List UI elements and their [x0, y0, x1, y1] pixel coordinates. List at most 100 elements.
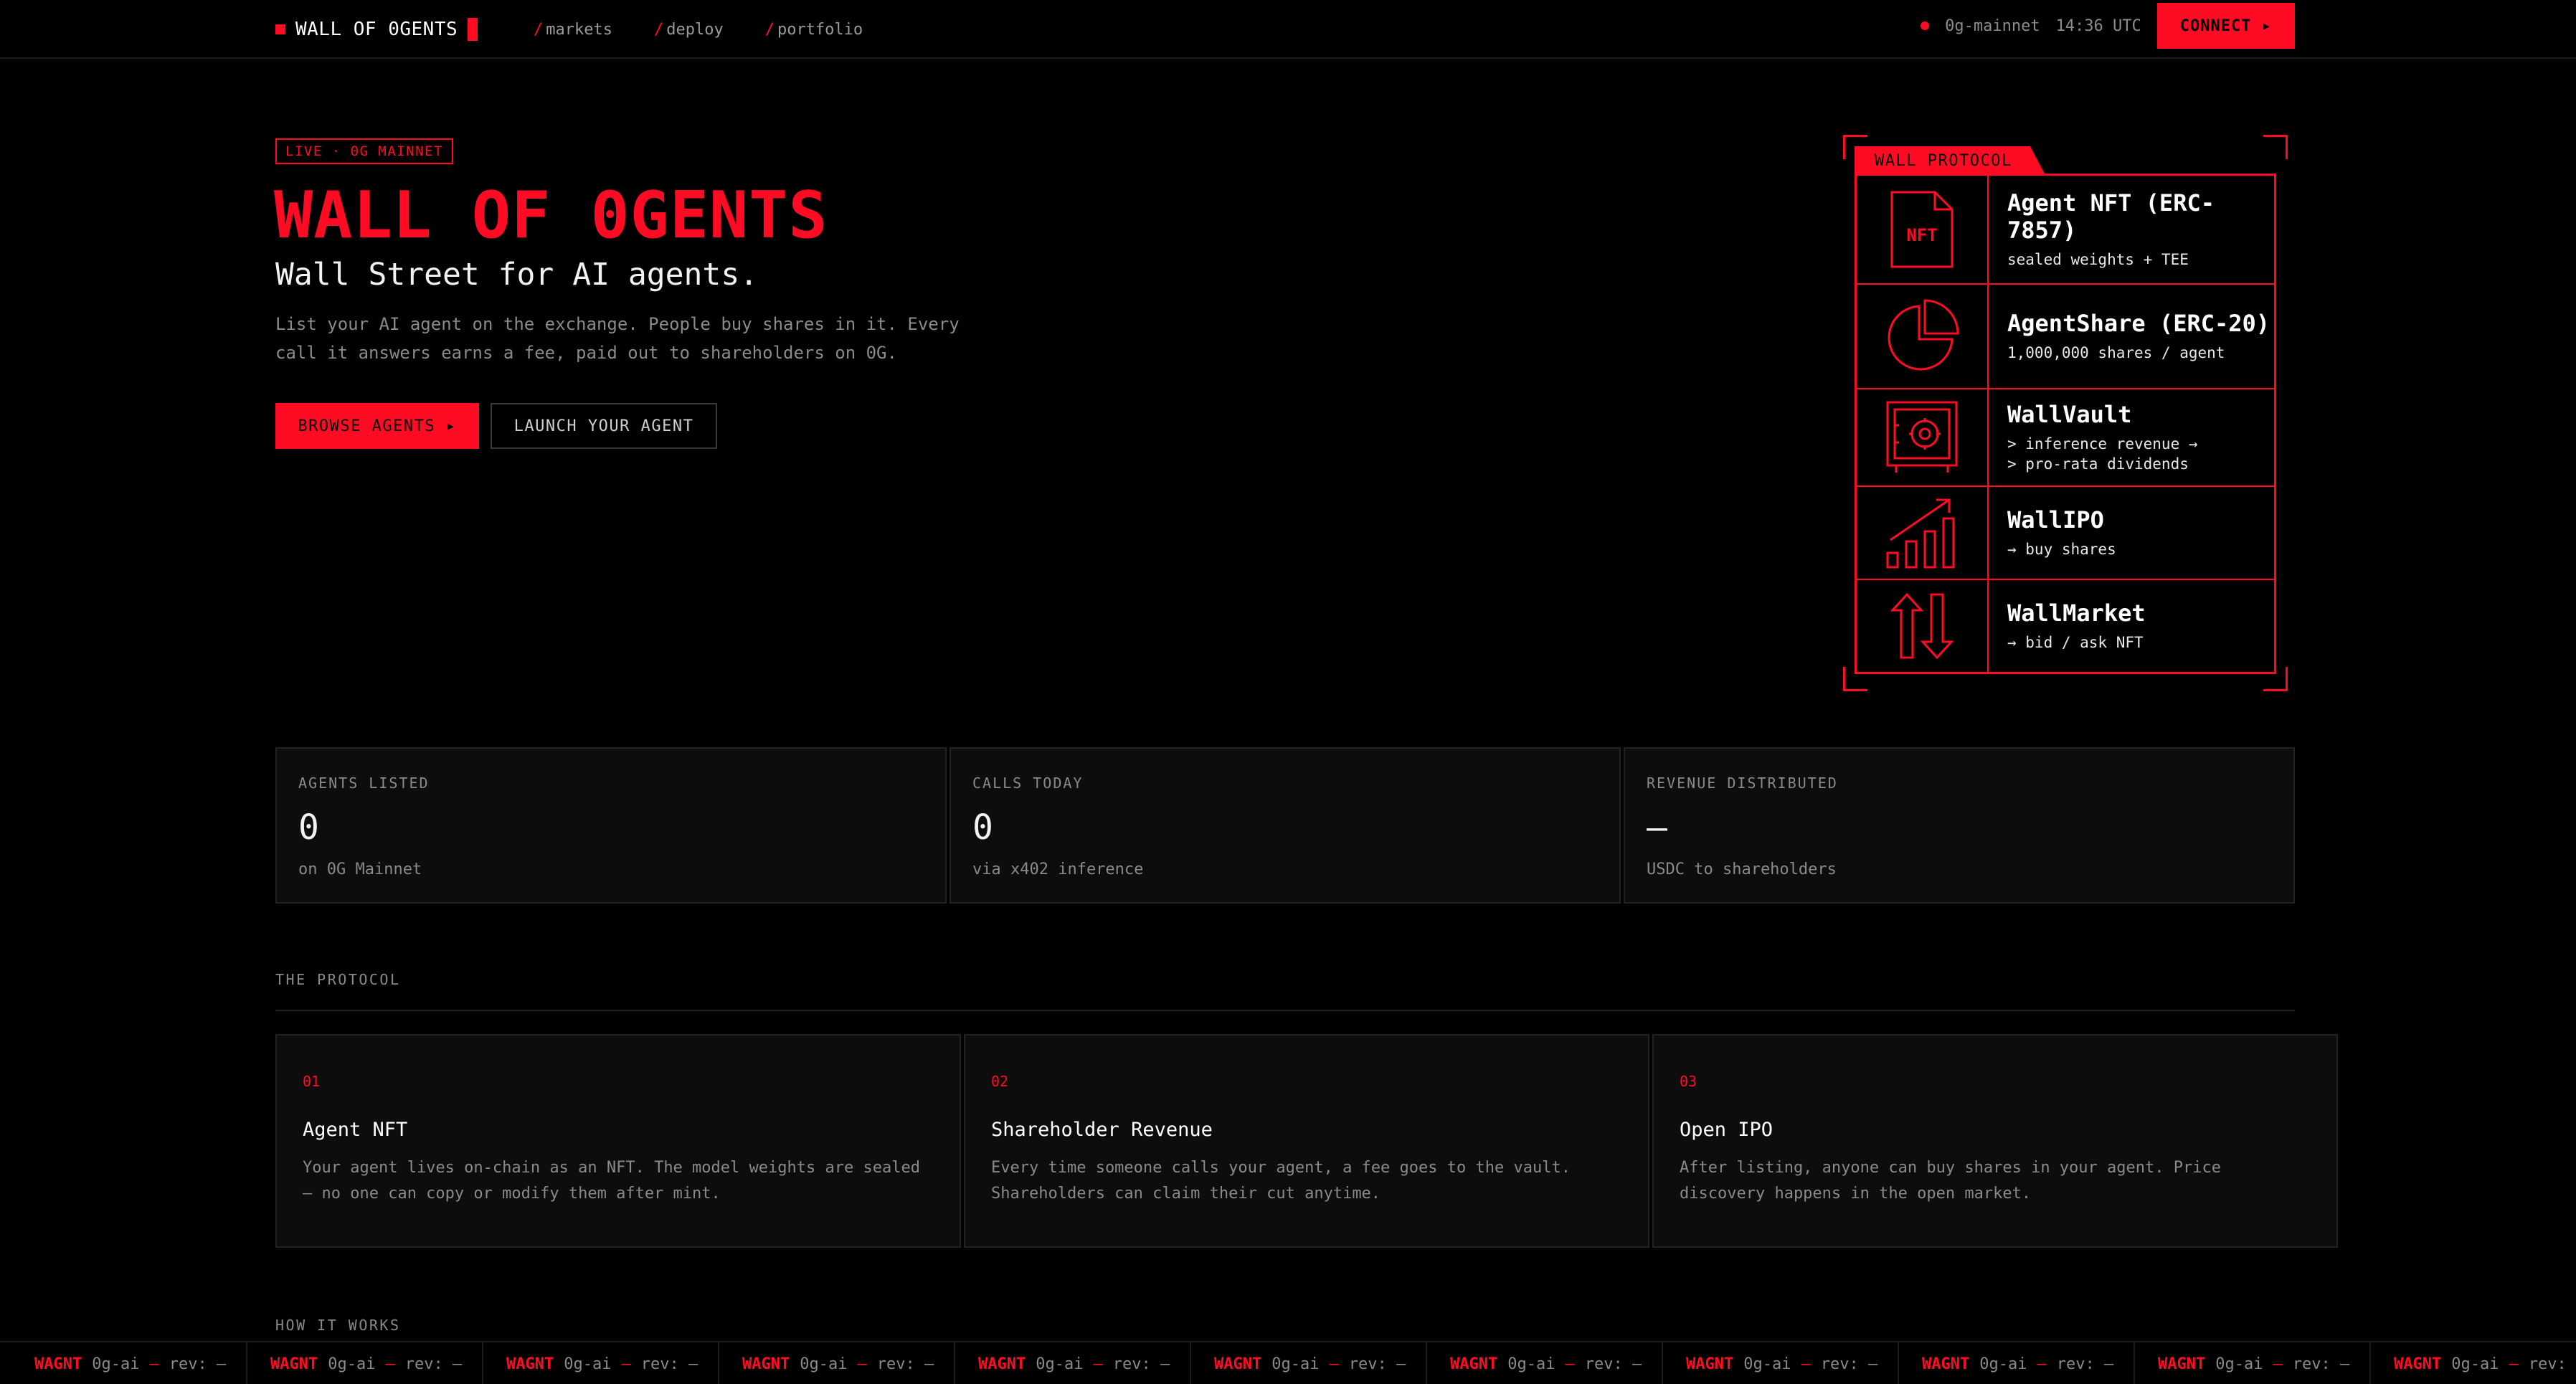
ticker-separator: —	[149, 1355, 159, 1373]
stat-label: REVENUE DISTRIBUTED	[1647, 774, 1838, 792]
ticker-revenue: rev: —	[1584, 1355, 1642, 1373]
card-description: Every time someone calls your agent, a f…	[991, 1159, 1571, 1203]
ticker-symbol: WAGNT	[270, 1355, 318, 1373]
ticker-separator: —	[2509, 1355, 2519, 1373]
protocol-row-detail: → bid / ask NFT	[2007, 634, 2144, 651]
protocol-row-wallipo: WallIPO → buy shares	[1857, 487, 2274, 580]
launch-agent-button[interactable]: LAUNCH YOUR AGENT	[491, 403, 717, 449]
vault-safe-icon	[1857, 389, 1989, 485]
protocol-row-wallmarket: WallMarket → bid / ask NFT	[1857, 580, 2274, 672]
section-label-protocol: THE PROTOCOL	[275, 971, 401, 988]
ticker-symbol: WAGNT	[2158, 1355, 2206, 1373]
nav-link-label: deploy	[666, 20, 724, 39]
ticker-network: 0g-ai	[1036, 1355, 1084, 1373]
ticker-revenue: rev: —	[404, 1355, 463, 1373]
protocol-row-detail: sealed weights + TEE	[2007, 251, 2189, 268]
card-title: Agent NFT	[303, 1119, 408, 1141]
ticker-item[interactable]: WAGNT 0g-ai — rev: —	[247, 1342, 483, 1384]
protocol-row-text: WallMarket → bid / ask NFT	[2007, 580, 2146, 672]
ticker-network: 0g-ai	[92, 1355, 140, 1373]
hero-subtitle: Wall Street for AI agents.	[275, 257, 759, 293]
protocol-row-text: AgentShare (ERC-20) 1,000,000 shares / a…	[2007, 285, 2270, 388]
ticker-revenue: rev: —	[2292, 1355, 2350, 1373]
ticker-symbol: WAGNT	[1214, 1355, 1262, 1373]
ticker-item[interactable]: WAGNT 0g-ai — rev: —	[955, 1342, 1191, 1384]
protocol-row-detail: > pro-rata dividends	[2007, 455, 2189, 473]
ticker-revenue: rev: —	[640, 1355, 699, 1373]
protocol-row-title: WallIPO	[2007, 506, 2104, 534]
ticker-network: 0g-ai	[2451, 1355, 2499, 1373]
ticker-network: 0g-ai	[1272, 1355, 1320, 1373]
nav-links: / markets / deploy / portfolio	[534, 14, 863, 44]
hero-title: WALL OF 0GENTS	[274, 178, 828, 253]
card-title: Open IPO	[1680, 1119, 1774, 1141]
section-divider	[275, 1010, 2295, 1011]
stat-label: CALLS TODAY	[972, 774, 1084, 792]
nav-link-label: markets	[546, 20, 612, 39]
utc-clock: 14:36 UTC	[2055, 16, 2141, 35]
nav-link-portfolio[interactable]: / portfolio	[765, 21, 863, 39]
live-badge: LIVE · 0G MAINNET	[275, 138, 453, 164]
status-dot-icon	[1921, 22, 1930, 30]
hero-description: List your AI agent on the exchange. Peop…	[275, 314, 960, 363]
protocol-row-text: WallVault > inference revenue → > pro-ra…	[2007, 389, 2198, 485]
protocol-row-agent-nft: NFT Agent NFT (ERC-7857) sealed weights …	[1857, 176, 2274, 285]
ticker-network: 0g-ai	[1507, 1355, 1555, 1373]
ticker-symbol: WAGNT	[1450, 1355, 1498, 1373]
protocol-row-title: WallVault	[2007, 401, 2132, 428]
ticker-separator: —	[1093, 1355, 1103, 1373]
brand-logo[interactable]: WALL OF 0GENTS	[275, 14, 478, 44]
ticker-item[interactable]: WAGNT 0g-ai — rev: —	[719, 1342, 955, 1384]
brand-name: WALL OF 0GENTS	[295, 19, 458, 40]
ticker-revenue: rev: —	[1112, 1355, 1170, 1373]
ticker-separator: —	[1329, 1355, 1339, 1373]
ticker-symbol: WAGNT	[1686, 1355, 1734, 1373]
network-status: 0g-mainnet 14:36 UTC CONNECT ▸	[1921, 3, 2295, 49]
ticker-symbol: WAGNT	[1922, 1355, 1970, 1373]
ticker-item[interactable]: WAGNT 0g-ai — rev: —	[483, 1342, 719, 1384]
ticker-item[interactable]: WAGNT 0g-ai — rev: —	[1427, 1342, 1663, 1384]
ticker-symbol: WAGNT	[742, 1355, 790, 1373]
stat-calls-today: CALLS TODAY 0 via x402 inference	[950, 747, 1621, 904]
ticker-network: 0g-ai	[564, 1355, 612, 1373]
ticker-separator: —	[1801, 1355, 1811, 1373]
ticker-separator: —	[857, 1355, 867, 1373]
protocol-list: NFT Agent NFT (ERC-7857) sealed weights …	[1855, 174, 2276, 674]
browse-agents-button[interactable]: BROWSE AGENTS ▸	[275, 403, 479, 449]
connect-button[interactable]: CONNECT ▸	[2156, 3, 2295, 49]
ticker-network: 0g-ai	[328, 1355, 376, 1373]
ticker-item[interactable]: WAGNT 0g-ai — rev: —	[2371, 1342, 2576, 1384]
ticker-separator: —	[385, 1355, 395, 1373]
stat-note: USDC to shareholders	[1647, 861, 1837, 878]
ticker-separator: —	[1565, 1355, 1575, 1373]
ticker-symbol: WAGNT	[2394, 1355, 2442, 1373]
ticker-item[interactable]: WAGNT 0g-ai — rev: —	[1663, 1342, 1899, 1384]
card-title: Shareholder Revenue	[991, 1119, 1213, 1141]
stat-note: via x402 inference	[972, 861, 1144, 878]
svg-text:NFT: NFT	[1906, 225, 1937, 245]
ticker-symbol: WAGNT	[506, 1355, 554, 1373]
protocol-card-open-ipo: 03 Open IPO After listing, anyone can bu…	[1652, 1034, 2338, 1248]
ticker-item[interactable]: WAGNT 0g-ai — rev: —	[1191, 1342, 1427, 1384]
ticker-item[interactable]: WAGNT 0g-ai — rev: —	[1899, 1342, 2135, 1384]
ticker-item[interactable]: WAGNT 0g-ai — rev: —	[2135, 1342, 2371, 1384]
nav-link-markets[interactable]: / markets	[534, 21, 612, 39]
protocol-row-detail: > inference revenue →	[2007, 435, 2198, 452]
ticker-separator: —	[2273, 1355, 2283, 1373]
stats-row: AGENTS LISTED 0 on 0G Mainnet CALLS TODA…	[275, 747, 2295, 904]
network-name: 0g-mainnet	[1945, 16, 2040, 35]
pie-chart-icon	[1857, 285, 1989, 388]
ticker-symbol: WAGNT	[34, 1355, 82, 1373]
protocol-row-agentshare: AgentShare (ERC-20) 1,000,000 shares / a…	[1857, 285, 2274, 389]
ticker-item[interactable]: WAGNT 0g-ai — rev: —	[0, 1342, 247, 1384]
nav-slash: /	[534, 20, 544, 39]
ticker-bar: WAGNT 0g-ai — rev: — WAGNT 0g-ai — rev: — WAGN…	[0, 1341, 2576, 1384]
ticker-network: 0g-ai	[2215, 1355, 2263, 1373]
ticker-revenue: rev: —	[169, 1355, 227, 1373]
ticker-network: 0g-ai	[1979, 1355, 2027, 1373]
card-description: After listing, anyone can buy shares in …	[1680, 1159, 2221, 1203]
nav-link-deploy[interactable]: / deploy	[654, 21, 724, 39]
panel-tag: WALL PROTOCOL	[1855, 146, 2045, 175]
ticker-symbol: WAGNT	[978, 1355, 1026, 1373]
ticker-revenue: rev: —	[2528, 1355, 2576, 1373]
